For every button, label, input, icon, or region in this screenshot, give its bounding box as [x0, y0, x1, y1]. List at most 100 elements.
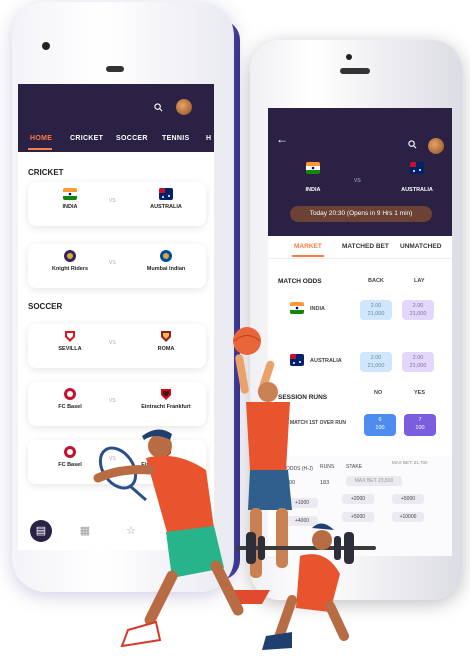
lay-odds-button[interactable]: 2.00 21,000	[402, 300, 434, 320]
match-card[interactable]: FC Basel VS Eintracht Frankfurt	[28, 440, 206, 484]
quick-stake-button[interactable]: +1000	[286, 498, 318, 508]
back-odds-button[interactable]: 2.00 21,000	[360, 300, 392, 320]
no-odds-button[interactable]: 6 100	[364, 414, 396, 436]
home-team-name: Knight Riders	[51, 266, 89, 272]
back-arrow-icon[interactable]: ←	[276, 132, 288, 146]
quick-stake-button[interactable]: +5000	[342, 512, 374, 522]
max-bet-label: MAX BET: 21,700	[392, 460, 428, 465]
match-card[interactable]: FC Basel VS Eintracht Frankfurt	[28, 382, 206, 426]
vs-label: VS	[109, 456, 116, 462]
odds-volume: 21,000	[367, 311, 385, 317]
earpiece-speaker	[340, 68, 370, 74]
back-odds-button[interactable]: 2.00 21,000	[360, 352, 392, 372]
left-content: CRICKET INDIA VS AUSTRALIA Knight Riders…	[18, 152, 214, 514]
odds-label: ODDS (H-J)	[286, 466, 313, 472]
session-runs-title: SESSION RUNS	[278, 394, 328, 401]
odds-volume: 100	[415, 425, 425, 431]
away-team-name: ROMA	[157, 346, 175, 352]
lay-odds-button[interactable]: 2.00 21,000	[402, 352, 434, 372]
section-title-soccer: SOCCER	[28, 302, 63, 311]
right-screen: ← INDIA VS AUSTRALIA Today 20:30 (Opens …	[268, 108, 452, 556]
mumbai-indians-logo-icon	[160, 250, 172, 262]
home-team: FC Basel	[40, 446, 100, 468]
star-nav-icon[interactable]: ☆	[120, 520, 142, 542]
avatar[interactable]	[176, 99, 192, 115]
left-screen: HOME CRICKET SOCCER TENNIS H CRICKET IND…	[18, 84, 214, 550]
odds-value: 2.00	[412, 303, 424, 309]
australia-flag-icon	[290, 354, 304, 366]
vs-label: VS	[109, 260, 116, 266]
section-title-cricket: CRICKET	[28, 168, 64, 177]
tab-soccer[interactable]: SOCCER	[116, 135, 148, 142]
vs-label: VS	[109, 198, 116, 204]
stake-input[interactable]: MAX BET 23,800	[346, 476, 402, 486]
odds-input[interactable]: 100	[286, 480, 295, 486]
tab-home[interactable]: HOME	[30, 135, 52, 142]
home-team-name: SEVILLA	[58, 346, 82, 352]
market-tabs: MARKET MATCHED BET UNMATCHED	[268, 236, 452, 259]
tab-more[interactable]: H	[206, 135, 211, 142]
tab-market[interactable]: MARKET	[294, 243, 322, 250]
away-team: AUSTRALIA	[136, 188, 196, 210]
away-team-name: Eintracht Frankfurt	[141, 404, 191, 410]
quick-stake-button[interactable]: +2000	[342, 494, 374, 504]
team-name: INDIA	[310, 306, 325, 312]
odds-value: 2.00	[370, 355, 382, 361]
odds-volume: 21,000	[367, 363, 385, 369]
active-tab-indicator	[28, 148, 52, 150]
odds-value: 2.00	[370, 303, 382, 309]
quick-stake-button[interactable]: +10000	[392, 512, 424, 522]
bet-slip: ODDS (H-J) RUNS STAKE MAX BET: 21,700 10…	[282, 456, 452, 556]
match-card[interactable]: SEVILLA VS ROMA	[28, 324, 206, 368]
home-team-name: INDIA	[62, 204, 78, 210]
vs-label: VS	[109, 340, 116, 346]
vs-label: VS	[109, 398, 116, 404]
left-app-header: HOME CRICKET SOCCER TENNIS H	[18, 84, 214, 152]
match-odds-title: MATCH ODDS	[278, 278, 322, 285]
away-team: Eintracht Frankfurt	[136, 446, 196, 468]
back-header: BACK	[368, 278, 384, 284]
india-flag-icon	[306, 162, 320, 174]
front-camera	[42, 42, 50, 50]
tab-cricket[interactable]: CRICKET	[70, 135, 103, 142]
session-row-label: MATCH 1ST OVER RUN	[290, 420, 347, 426]
team-name: AUSTRALIA	[310, 358, 342, 364]
eintracht-frankfurt-crest-icon	[161, 389, 171, 400]
match-time-badge: Today 20:30 (Opens in 9 Hrs 1 min)	[290, 206, 432, 222]
india-flag-icon	[63, 188, 77, 200]
fc-basel-crest-icon	[64, 446, 76, 458]
sports-nav-icon[interactable]: ▤	[30, 520, 52, 542]
yes-odds-button[interactable]: 7 100	[404, 414, 436, 436]
odds-value: 2.00	[412, 355, 424, 361]
odds-row-india: INDIA 2.00 21,000 2.00 21,000	[268, 296, 452, 322]
roma-crest-icon	[161, 331, 171, 342]
tab-unmatched[interactable]: UNMATCHED	[400, 243, 441, 250]
search-icon[interactable]	[154, 103, 163, 112]
home-team: INDIA	[40, 188, 100, 210]
runs-input[interactable]: 183	[320, 480, 329, 486]
match-card[interactable]: INDIA VS AUSTRALIA	[28, 182, 206, 226]
odds-volume: 21,000	[409, 311, 427, 317]
search-icon[interactable]	[408, 140, 417, 149]
left-sport-tabs: HOME CRICKET SOCCER TENNIS H	[18, 130, 214, 152]
australia-flag-icon	[410, 162, 424, 174]
tab-matched-bet[interactable]: MATCHED BET	[342, 243, 389, 250]
tab-tennis[interactable]: TENNIS	[162, 135, 189, 142]
quick-stake-button[interactable]: +5000	[392, 494, 424, 504]
match-card[interactable]: Knight Riders VS Mumbai Indian	[28, 244, 206, 288]
quick-stake-button[interactable]: +4000	[286, 516, 318, 526]
calendar-nav-icon[interactable]: ▦	[74, 520, 96, 542]
home-team-name: INDIA	[305, 187, 321, 193]
odds-volume: 21,000	[409, 363, 427, 369]
vs-label: VS	[354, 178, 361, 184]
home-team-name: FC Basel	[58, 404, 82, 410]
odds-value: 6	[378, 417, 382, 423]
yes-header: YES	[414, 390, 426, 396]
home-team: Knight Riders	[40, 250, 100, 272]
knight-riders-logo-icon	[64, 250, 76, 262]
fc-basel-crest-icon	[64, 388, 76, 400]
away-team: Eintracht Frankfurt	[136, 388, 196, 410]
match-header: ← INDIA VS AUSTRALIA Today 20:30 (Opens …	[268, 108, 452, 236]
avatar[interactable]	[428, 138, 444, 154]
away-team: ROMA	[136, 330, 196, 352]
